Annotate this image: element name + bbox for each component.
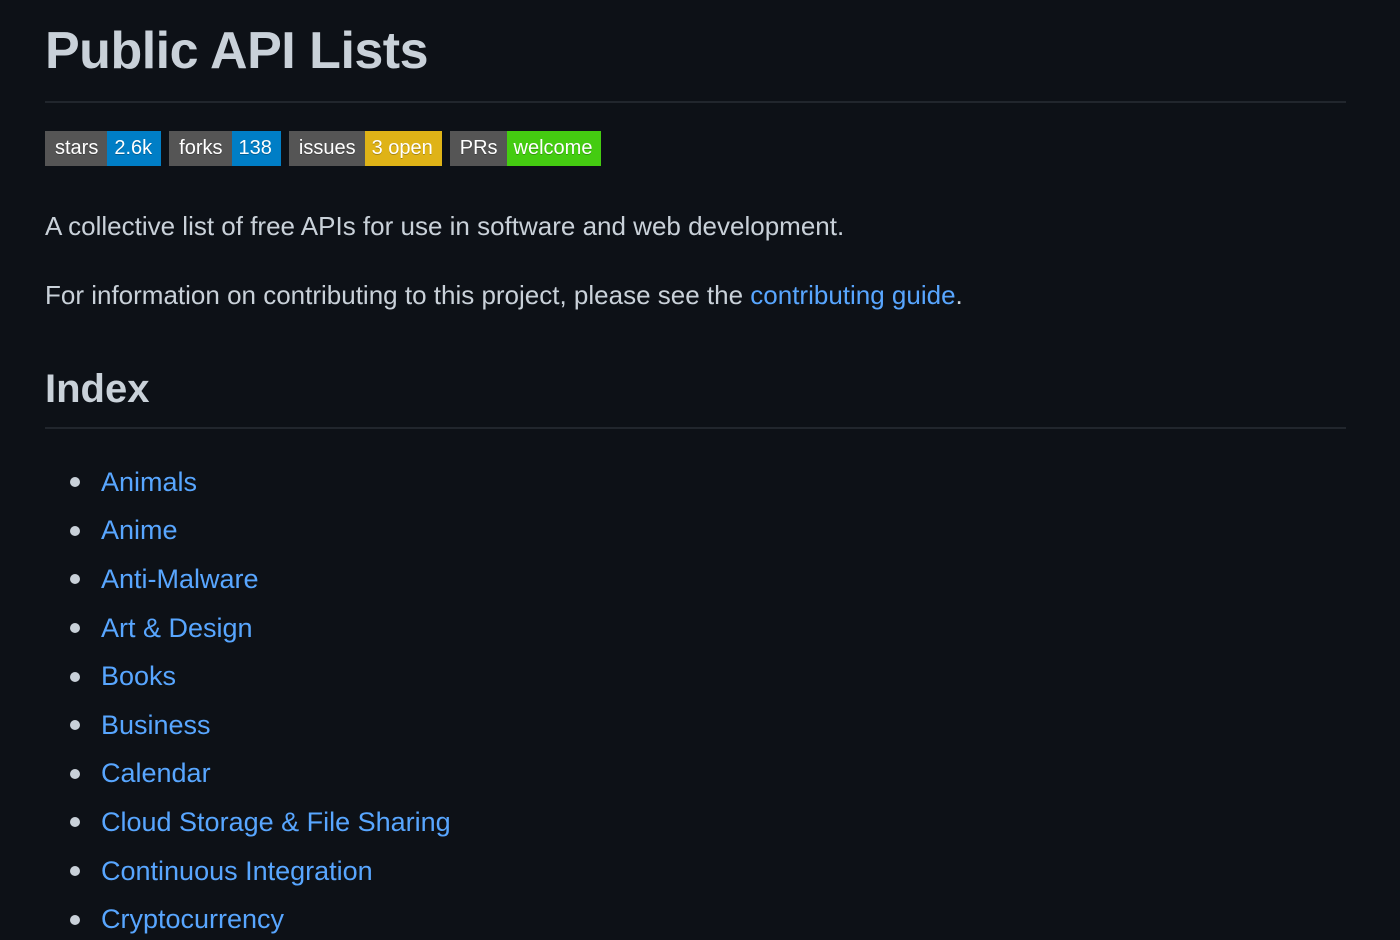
- stars-badge-label: stars: [45, 131, 108, 166]
- list-item: Anime: [45, 507, 1346, 556]
- index-link-cryptocurrency[interactable]: Cryptocurrency: [101, 904, 284, 935]
- forks-badge[interactable]: forks 138: [169, 131, 281, 166]
- index-heading: Index: [45, 367, 150, 411]
- list-item: Business: [45, 701, 1346, 750]
- issues-badge-label: issues: [288, 131, 365, 166]
- index-link-anti-malware[interactable]: Anti-Malware: [101, 564, 259, 595]
- list-item: Calendar: [45, 750, 1346, 799]
- bullet-icon: [70, 671, 80, 682]
- contributing-guide-link[interactable]: contributing guide: [750, 280, 955, 310]
- prs-badge-value: welcome: [506, 131, 602, 166]
- bullet-icon: [70, 720, 80, 731]
- stars-badge-value: 2.6k: [107, 131, 162, 166]
- index-link-art-design[interactable]: Art & Design: [101, 613, 253, 644]
- issues-badge[interactable]: issues 3 open: [288, 131, 442, 166]
- index-link-continuous-integration[interactable]: Continuous Integration: [101, 856, 373, 887]
- index-link-calendar[interactable]: Calendar: [101, 758, 211, 789]
- readme-page: Public API Lists stars 2.6k forks 138 is…: [0, 0, 1400, 940]
- bullet-icon: [70, 477, 80, 488]
- prs-badge[interactable]: PRs welcome: [449, 131, 602, 166]
- list-item: Animals: [45, 458, 1346, 507]
- index-link-business[interactable]: Business: [101, 710, 211, 741]
- index-list: Animals Anime Anti-Malware Art & Design …: [45, 458, 1346, 940]
- bullet-icon: [70, 525, 80, 536]
- list-item: Art & Design: [45, 604, 1346, 653]
- badge-row: stars 2.6k forks 138 issues 3 open PRs w…: [45, 131, 1346, 166]
- prs-badge-label: PRs: [449, 131, 507, 166]
- contributing-info: For information on contributing to this …: [45, 278, 1346, 312]
- list-item: Cryptocurrency: [45, 895, 1346, 940]
- forks-badge-label: forks: [169, 131, 232, 166]
- project-description: A collective list of free APIs for use i…: [45, 211, 845, 241]
- bullet-icon: [70, 768, 80, 779]
- list-item: Continuous Integration: [45, 847, 1346, 896]
- index-link-animals[interactable]: Animals: [101, 467, 197, 498]
- index-link-anime[interactable]: Anime: [101, 515, 178, 546]
- issues-badge-value: 3 open: [364, 131, 442, 166]
- contributing-info-prefix: For information on contributing to this …: [45, 280, 751, 310]
- list-item: Cloud Storage & File Sharing: [45, 798, 1346, 847]
- page-title: Public API Lists: [45, 22, 429, 80]
- title-divider: [45, 101, 1346, 103]
- index-link-books[interactable]: Books: [101, 661, 176, 692]
- bullet-icon: [70, 623, 80, 634]
- bullet-icon: [70, 914, 80, 925]
- index-link-cloud-storage[interactable]: Cloud Storage & File Sharing: [101, 807, 451, 838]
- bullet-icon: [70, 817, 80, 828]
- bullet-icon: [70, 866, 80, 877]
- stars-badge[interactable]: stars 2.6k: [45, 131, 162, 166]
- index-divider: [45, 427, 1346, 429]
- contributing-info-suffix: .: [955, 280, 963, 310]
- bullet-icon: [70, 574, 80, 585]
- forks-badge-value: 138: [231, 131, 281, 166]
- list-item: Books: [45, 652, 1346, 701]
- list-item: Anti-Malware: [45, 555, 1346, 604]
